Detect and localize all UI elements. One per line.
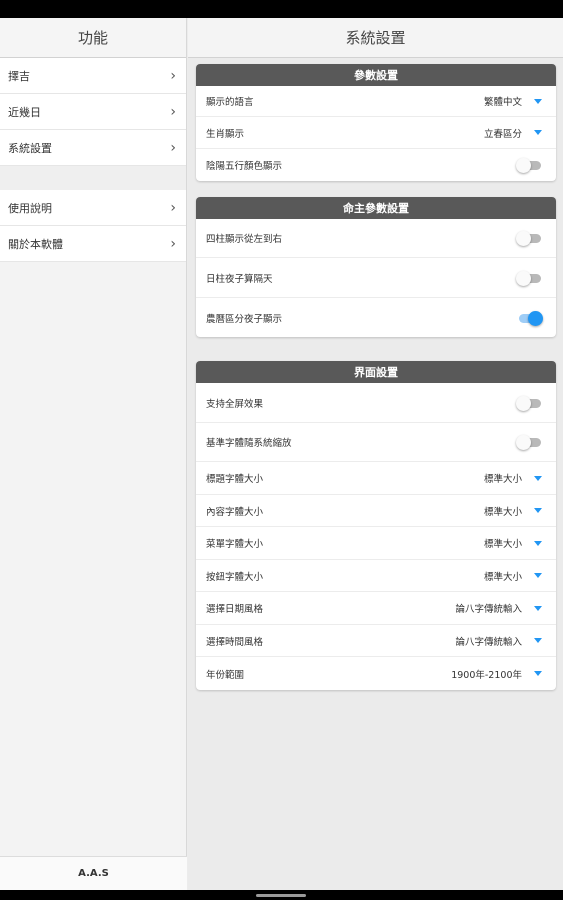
menu-font-row[interactable]: 菜單字體大小 標準大小 [196, 527, 556, 560]
setting-label: 內容字體大小 [206, 506, 264, 518]
day-pillar-row: 日柱夜子算隔天 [196, 258, 556, 298]
section-title: 界面設置 [196, 361, 556, 383]
section-title: 參數設置 [196, 64, 556, 86]
dropdown-value: 標準大小 [483, 474, 522, 485]
dropdown-value: 繁體中文 [483, 97, 522, 108]
title-font-row[interactable]: 標題字體大小 標準大小 [196, 462, 556, 495]
dropdown-arrow-icon [534, 98, 542, 104]
zi-hour-row: 農曆區分夜子顯示 [196, 298, 556, 337]
menu-spacer [0, 166, 186, 190]
button-font-row[interactable]: 按鈕字體大小 標準大小 [196, 560, 556, 592]
yinyang-color-toggle[interactable] [516, 158, 542, 173]
dropdown-value: 立春區分 [483, 128, 522, 140]
dropdown-value: 標準大小 [483, 506, 522, 518]
chevron-right-icon: › [170, 67, 176, 84]
menu-item-system-settings[interactable]: 系統設置 › [0, 130, 186, 166]
fullscreen-toggle[interactable] [516, 395, 542, 411]
button-font-dropdown[interactable]: 標準大小 [484, 569, 542, 583]
ui-settings-card: 界面設置 支持全屏效果 基準字體隨系統縮放 標題字體大小 標準大小 內容字體大小… [196, 361, 556, 690]
setting-label: 日柱夜子算隔天 [206, 273, 273, 285]
dropdown-value: 標準大小 [483, 539, 522, 550]
menu-item-about[interactable]: 關於本軟體 › [0, 226, 186, 262]
yinyang-color-row: 陰陽五行顏色顯示 [196, 149, 556, 181]
time-style-row[interactable]: 選擇時間風格 論八字傳統輸入 [196, 625, 556, 657]
chevron-right-icon: › [170, 199, 176, 216]
setting-label: 基準字體隨系統縮放 [206, 438, 292, 449]
page-title: 系統設置 [188, 18, 563, 58]
four-pillars-row: 四柱顯示從左到右 [196, 219, 556, 258]
setting-label: 四柱顯示從左到右 [206, 234, 283, 245]
year-range-dropdown[interactable]: 1900年-2100年 [451, 667, 542, 681]
setting-label: 陰陽五行顏色顯示 [206, 161, 283, 172]
setting-label: 生肖顯示 [206, 128, 245, 140]
dropdown-arrow-icon [534, 638, 542, 643]
menu-item-recent-days[interactable]: 近幾日 › [0, 94, 186, 130]
status-bar [0, 0, 563, 18]
setting-label: 標題字體大小 [206, 474, 264, 485]
setting-label: 年份範圍 [206, 669, 245, 681]
setting-label: 選擇時間風格 [206, 636, 264, 648]
left-panel: 功能 擇吉 › 近幾日 › 系統設置 › 使用說明 › 關於本軟體 › A.A.… [0, 18, 187, 890]
app-footer-label: A.A.S [0, 856, 187, 890]
zodiac-display-dropdown[interactable]: 立春區分 [484, 126, 542, 140]
dropdown-arrow-icon [534, 508, 542, 513]
menu-item-label: 系統設置 [8, 141, 52, 155]
setting-label: 選擇日期風格 [206, 604, 264, 615]
menu-item-select-date[interactable]: 擇吉 › [0, 58, 186, 94]
day-pillar-toggle[interactable] [516, 270, 542, 286]
dropdown-value: 論八字傳統輸入 [455, 636, 522, 648]
four-pillars-toggle[interactable] [516, 231, 542, 246]
menu-item-instructions[interactable]: 使用說明 › [0, 190, 186, 226]
dropdown-arrow-icon [534, 475, 542, 481]
dropdown-value: 論八字傳統輸入 [455, 604, 522, 615]
dropdown-value: 1900年-2100年 [451, 669, 522, 681]
menu-item-label: 擇吉 [8, 69, 30, 83]
owner-settings-card: 命主參數設置 四柱顯示從左到右 日柱夜子算隔天 農曆區分夜子顯示 [196, 197, 556, 337]
display-language-row[interactable]: 顯示的語言 繁體中文 [196, 86, 556, 117]
dropdown-arrow-icon [534, 671, 542, 676]
chevron-right-icon: › [170, 139, 176, 156]
content-font-dropdown[interactable]: 標準大小 [484, 504, 542, 518]
right-panel: 系統設置 參數設置 顯示的語言 繁體中文 生肖顯示 立春區分 陰陽五行顏色顯示 [188, 18, 563, 890]
title-font-dropdown[interactable]: 標準大小 [484, 471, 542, 485]
setting-label: 農曆區分夜子顯示 [206, 313, 283, 325]
display-language-dropdown[interactable]: 繁體中文 [484, 94, 542, 108]
home-indicator[interactable] [256, 894, 306, 897]
system-scale-row: 基準字體隨系統縮放 [196, 423, 556, 462]
section-title: 命主參數設置 [196, 197, 556, 219]
date-style-row[interactable]: 選擇日期風格 論八字傳統輸入 [196, 592, 556, 625]
chevron-right-icon: › [170, 235, 176, 252]
left-panel-title: 功能 [0, 18, 186, 58]
param-settings-card: 參數設置 顯示的語言 繁體中文 生肖顯示 立春區分 陰陽五行顏色顯示 [196, 64, 556, 181]
menu-font-dropdown[interactable]: 標準大小 [484, 536, 542, 550]
dropdown-arrow-icon [534, 573, 542, 578]
fullscreen-row: 支持全屏效果 [196, 383, 556, 423]
year-range-row[interactable]: 年份範圍 1900年-2100年 [196, 657, 556, 690]
menu-group-main: 擇吉 › 近幾日 › 系統設置 › [0, 58, 186, 166]
menu-item-label: 近幾日 [8, 105, 41, 119]
dropdown-arrow-icon [534, 605, 542, 611]
system-scale-toggle[interactable] [516, 435, 542, 450]
zodiac-display-row[interactable]: 生肖顯示 立春區分 [196, 117, 556, 149]
setting-label: 顯示的語言 [206, 97, 254, 108]
dropdown-arrow-icon [534, 130, 542, 135]
content-font-row[interactable]: 內容字體大小 標準大小 [196, 495, 556, 527]
menu-item-label: 關於本軟體 [8, 237, 63, 251]
app-screen: 功能 擇吉 › 近幾日 › 系統設置 › 使用說明 › 關於本軟體 › A.A.… [0, 18, 563, 890]
dropdown-value: 標準大小 [483, 571, 522, 583]
menu-group-info: 使用說明 › 關於本軟體 › [0, 190, 186, 262]
date-style-dropdown[interactable]: 論八字傳統輸入 [455, 601, 542, 615]
zi-hour-toggle[interactable] [516, 310, 543, 326]
menu-item-label: 使用說明 [8, 201, 52, 215]
dropdown-arrow-icon [534, 540, 542, 546]
setting-label: 菜單字體大小 [206, 539, 264, 550]
time-style-dropdown[interactable]: 論八字傳統輸入 [455, 634, 542, 648]
chevron-right-icon: › [170, 103, 176, 120]
setting-label: 按鈕字體大小 [206, 571, 264, 583]
setting-label: 支持全屏效果 [206, 398, 264, 410]
